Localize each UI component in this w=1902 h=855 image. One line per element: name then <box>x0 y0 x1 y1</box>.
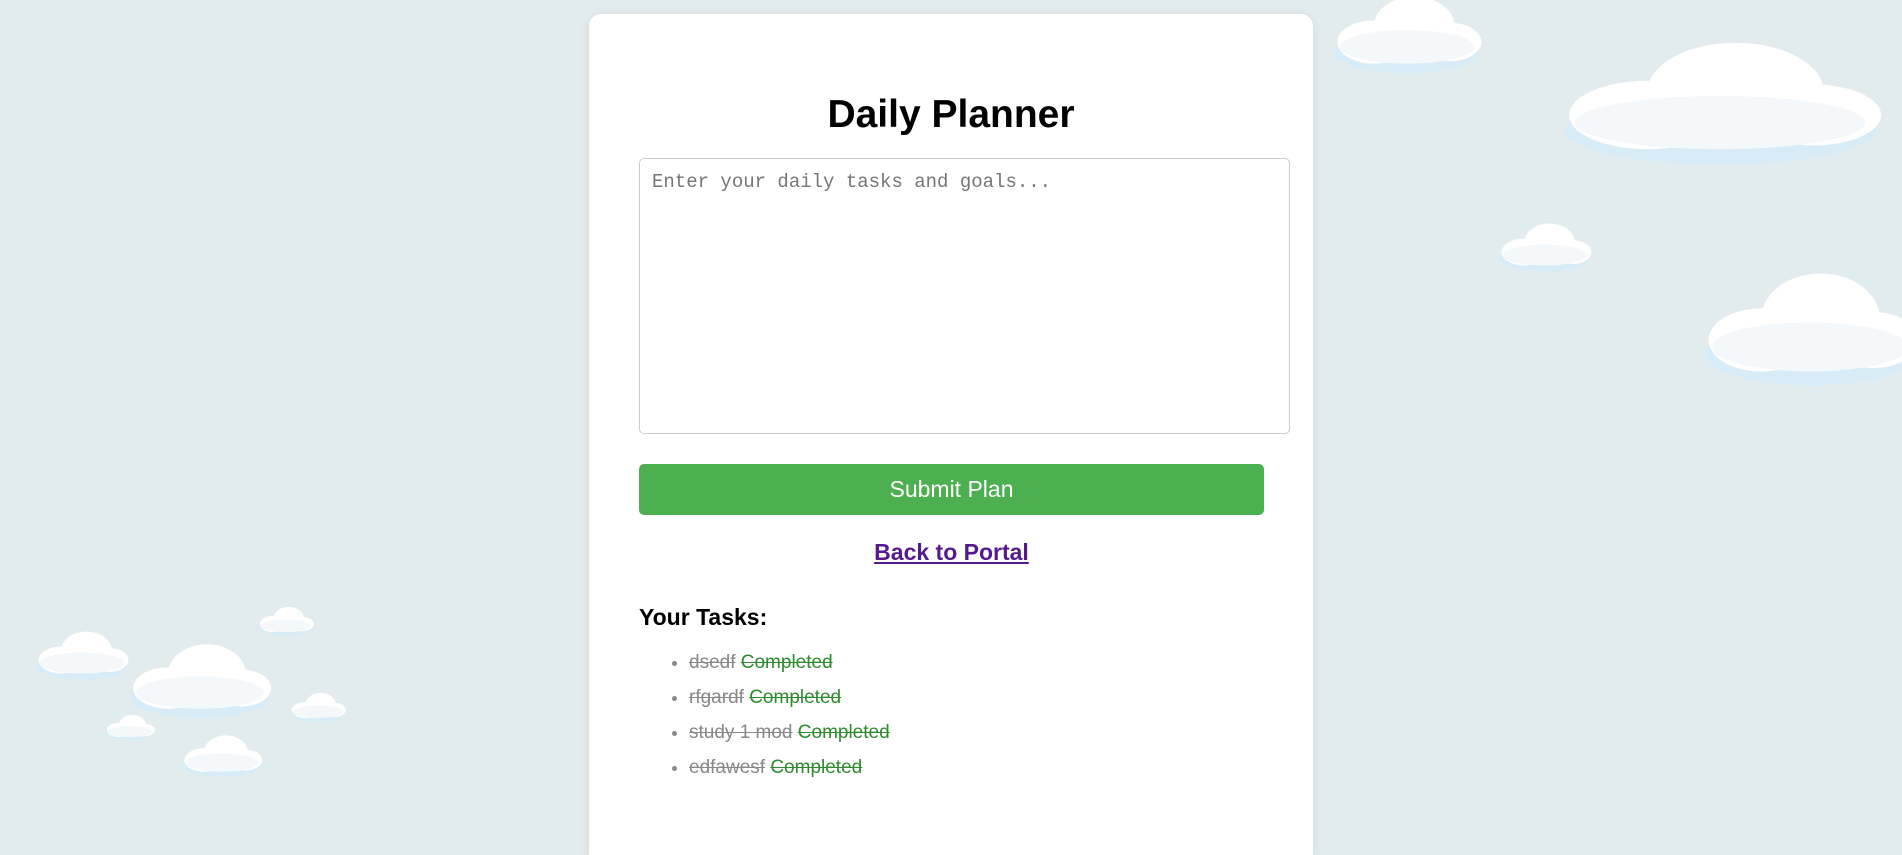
cloud-shape <box>1564 42 1882 165</box>
task-text: rfgardf <box>689 686 744 708</box>
task-item: dsedf Completed <box>689 645 1263 680</box>
task-item: rfgardf Completed <box>689 680 1263 715</box>
cloud-shape <box>1335 0 1482 74</box>
daily-plan-textarea[interactable] <box>639 157 1290 434</box>
task-text: study 1 mod <box>689 721 793 743</box>
cloud-shape <box>291 692 346 722</box>
cloud-shape <box>259 606 314 636</box>
cloud-shape <box>37 631 129 680</box>
cloud-shape <box>106 714 155 741</box>
page-title: Daily Planner <box>827 93 1075 136</box>
back-link-container: Back to Portal <box>639 539 1264 566</box>
back-to-portal-link[interactable]: Back to Portal <box>874 539 1029 565</box>
task-list: dsedf Completed rfgardf Completed study … <box>639 645 1263 785</box>
task-item: study 1 mod Completed <box>689 715 1263 750</box>
task-text: edfawesf <box>689 756 766 778</box>
cloud-shape <box>1705 273 1902 386</box>
planner-card: Daily Planner Submit Plan Back to Portal… <box>589 14 1313 855</box>
task-status: Completed <box>749 686 842 708</box>
submit-plan-button[interactable]: Submit Plan <box>639 463 1264 515</box>
task-status: Completed <box>740 651 833 673</box>
cloud-shape <box>183 735 263 777</box>
task-status: Completed <box>770 756 863 778</box>
task-item: edfawesf Completed <box>689 750 1263 785</box>
cloud-shape <box>131 644 272 718</box>
tasks-heading: Your Tasks: <box>639 603 768 630</box>
cloud-shape <box>1500 223 1592 272</box>
task-text: dsedf <box>689 651 736 673</box>
task-status: Completed <box>797 721 890 743</box>
